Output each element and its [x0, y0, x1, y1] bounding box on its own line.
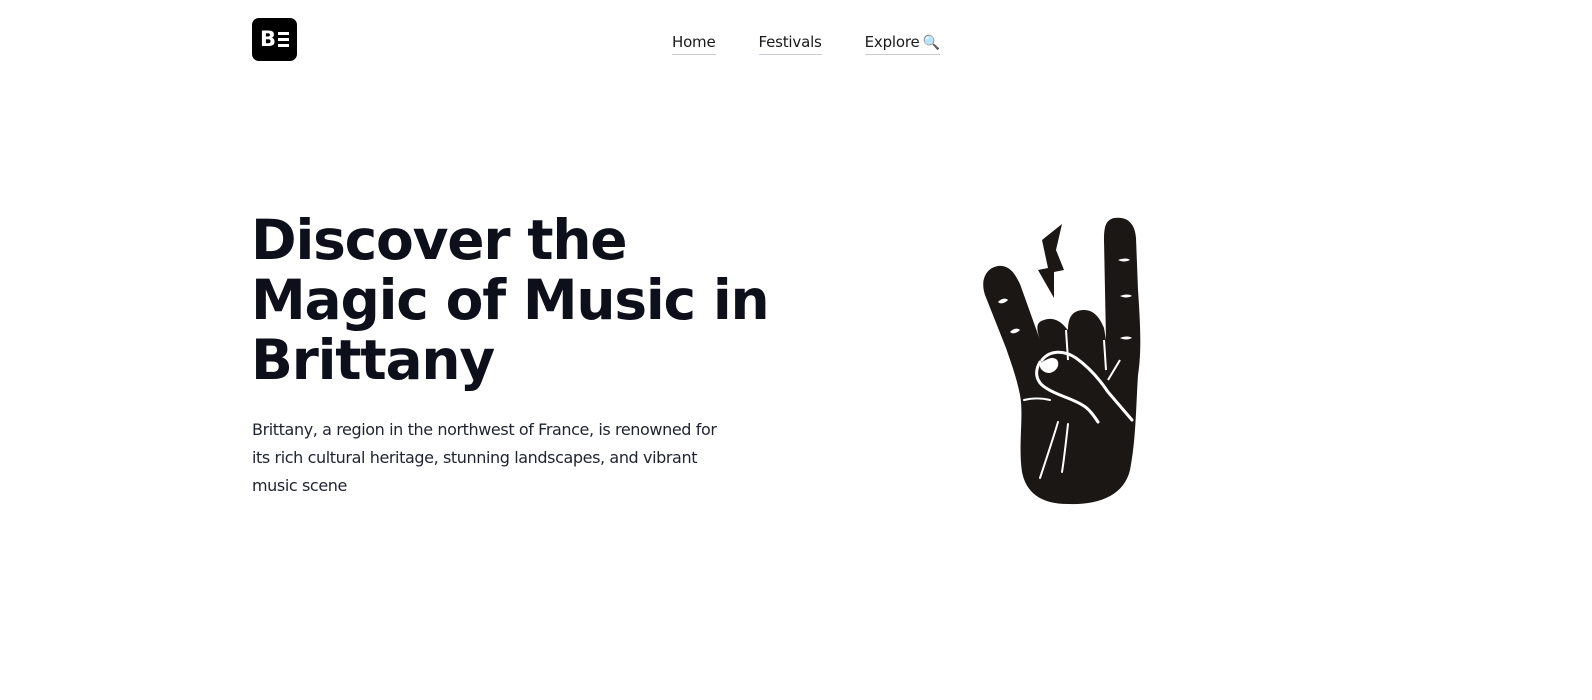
hero-title: Discover the Magic of Music in Brittany [251, 208, 770, 392]
logo-mark: B [260, 29, 289, 50]
logo-link[interactable]: B [252, 18, 297, 61]
nav-explore-label: Explore [864, 33, 920, 51]
lightning-bolt-icon [1038, 224, 1064, 298]
nav-festivals-link[interactable]: Festivals [758, 33, 822, 55]
logo-bars-icon [278, 32, 289, 47]
nav-festivals-label: Festivals [758, 33, 822, 51]
page: B Home Festivals Explore 🔍 Discover the M… [0, 0, 1592, 700]
main-nav: Home Festivals Explore 🔍 [672, 33, 940, 55]
logo-letter: B [259, 27, 276, 51]
rock-hand-icon [983, 217, 1141, 505]
hero-description: Brittany, a region in the northwest of F… [252, 420, 717, 495]
nav-home-link[interactable]: Home [672, 33, 716, 55]
nav-home-label: Home [672, 33, 716, 51]
search-icon: 🔍 [922, 35, 940, 51]
nav-explore-link[interactable]: Explore 🔍 [864, 33, 940, 55]
